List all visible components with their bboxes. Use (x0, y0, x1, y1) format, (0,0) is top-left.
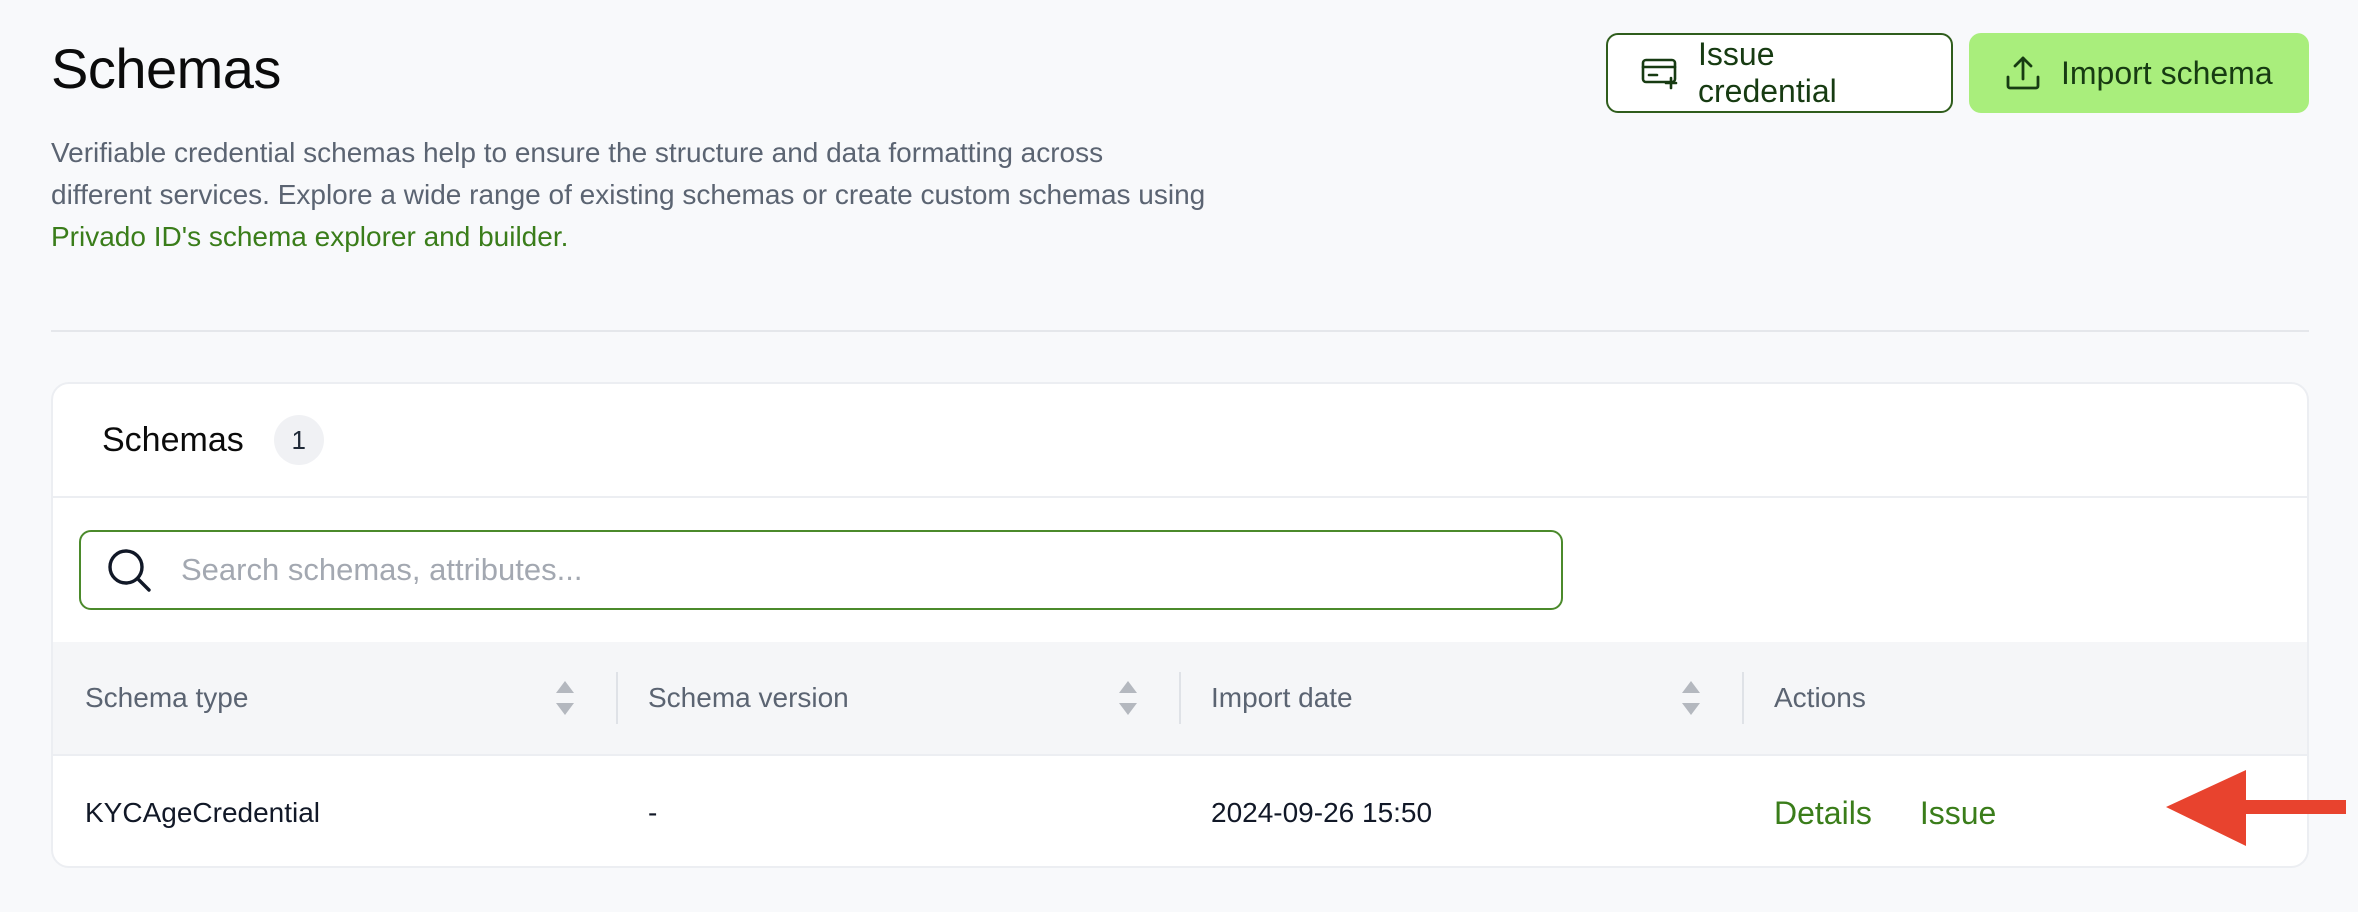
import-schema-button[interactable]: Import schema (1969, 33, 2309, 113)
search-box (79, 530, 1563, 610)
upload-icon (2006, 56, 2040, 90)
sort-icon[interactable] (1118, 678, 1138, 718)
details-link[interactable]: Details (1774, 795, 1872, 832)
schema-explorer-link[interactable]: Privado ID's schema explorer and builder… (51, 221, 568, 252)
column-header-actions: Actions (1774, 682, 1866, 713)
card-header: Schemas 1 (53, 384, 2307, 498)
cell-schema-version: - (648, 797, 658, 828)
cell-actions: Details Issue (1774, 756, 1996, 866)
card-title: Schemas (102, 420, 244, 459)
column-divider (1179, 672, 1181, 724)
credential-plus-icon (1641, 58, 1678, 90)
table-row: KYCAgeCredential - 2024-09-26 15:50 Deta… (53, 756, 2307, 866)
column-divider (616, 672, 618, 724)
count-badge: 1 (273, 415, 324, 465)
column-header-schema-version[interactable]: Schema version (648, 642, 849, 754)
page-title: Schemas (51, 37, 281, 100)
search-input[interactable] (179, 551, 1483, 589)
cell-import-date: 2024-09-26 15:50 (1211, 797, 1433, 828)
column-header-import-date[interactable]: Import date (1211, 642, 1353, 754)
import-schema-label: Import schema (2061, 54, 2273, 91)
schemas-card: Schemas 1 Schema type Schema version Imp… (51, 382, 2309, 868)
issue-credential-button[interactable]: Issue credential (1606, 33, 1953, 113)
red-arrow-icon (2166, 770, 2346, 846)
page-description: Verifiable credential schemas help to en… (51, 132, 1211, 258)
issue-link[interactable]: Issue (1920, 795, 1996, 832)
section-divider (51, 330, 2309, 332)
description-text: Verifiable credential schemas help to en… (51, 137, 1206, 210)
search-icon (108, 549, 151, 592)
table-header: Schema type Schema version Import date A… (53, 642, 2307, 756)
cell-schema-type: KYCAgeCredential (85, 797, 321, 828)
sort-icon[interactable] (1681, 678, 1701, 718)
column-divider (1742, 672, 1744, 724)
issue-credential-label: Issue credential (1698, 36, 1837, 109)
sort-icon[interactable] (555, 678, 575, 718)
column-header-schema-type[interactable]: Schema type (85, 642, 248, 754)
